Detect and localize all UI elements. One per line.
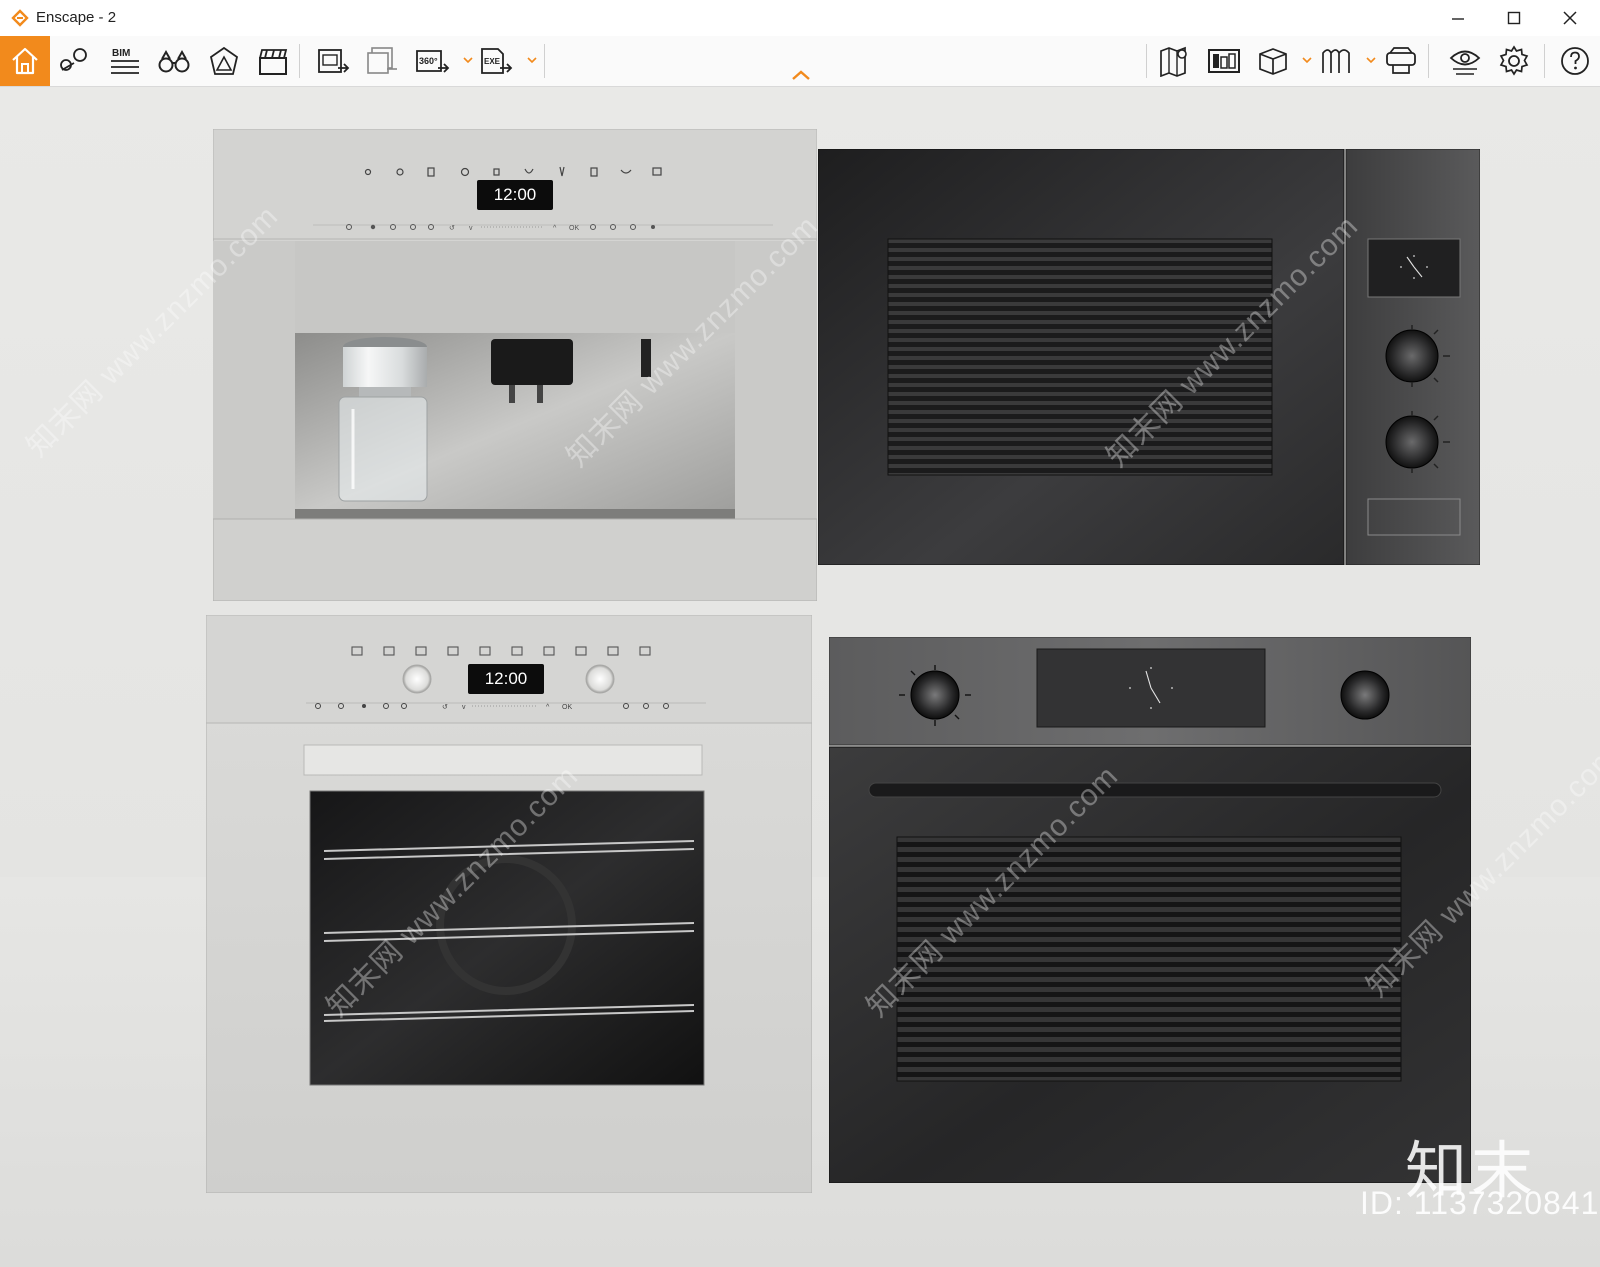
black-oven-drawing — [828, 636, 1472, 1184]
eye-settings-icon — [1449, 50, 1481, 75]
bim-button[interactable]: BIM — [104, 42, 146, 80]
render-image-icon — [318, 49, 350, 73]
exe-export-icon: EXE — [481, 48, 513, 74]
title-bar: Enscape - 2 — [0, 0, 1600, 36]
bim-icon: BIM — [111, 48, 139, 74]
material-icon — [1322, 49, 1350, 73]
coffee-machine-clock-display: 12:00 — [477, 180, 553, 210]
toolbar-separator — [1544, 44, 1545, 78]
svg-text:OK: OK — [562, 704, 572, 711]
settings-button[interactable] — [1493, 42, 1535, 80]
minimize-button[interactable] — [1434, 0, 1482, 36]
material-dropdown-chevron-icon[interactable] — [1365, 54, 1377, 66]
binoculars-icon — [158, 49, 190, 73]
bim-label: BIM — [112, 48, 130, 59]
enscape-logo-icon — [11, 9, 29, 27]
asset-library-icon — [1208, 49, 1240, 73]
black-wall-oven — [828, 636, 1472, 1184]
stainless-wall-oven: ↺ v ^ OK 12:00 — [205, 614, 813, 1194]
video-editor-button[interactable] — [252, 42, 294, 80]
close-button[interactable] — [1546, 0, 1594, 36]
svg-text:OK: OK — [569, 225, 579, 232]
svg-text:v: v — [462, 704, 466, 711]
built-in-coffee-machine: ↺ v ^ OK 12:00 — [212, 128, 818, 602]
help-icon — [1561, 47, 1589, 75]
svg-text:↺: ↺ — [449, 225, 455, 232]
toolbar-separator — [1146, 44, 1147, 78]
help-button[interactable] — [1554, 42, 1596, 80]
cube-view-button[interactable] — [1252, 42, 1294, 80]
panorama-360-icon: 360° — [416, 50, 450, 73]
atmosphere-icon — [209, 46, 239, 75]
render-image-button[interactable] — [312, 42, 354, 80]
home-button[interactable] — [0, 36, 50, 86]
vr-headset-icon — [1386, 47, 1416, 74]
clapperboard-icon — [259, 49, 288, 75]
visual-settings-button[interactable] — [1444, 42, 1486, 80]
built-in-microwave — [817, 148, 1481, 566]
panorama-button[interactable]: 360° — [411, 42, 453, 80]
panorama-dropdown-chevron-icon[interactable] — [462, 54, 474, 66]
close-icon — [1563, 11, 1577, 25]
cube-dropdown-chevron-icon[interactable] — [1301, 54, 1313, 66]
microwave-drawing — [817, 148, 1481, 566]
map-button[interactable] — [1154, 42, 1196, 80]
material-button[interactable] — [1315, 42, 1357, 80]
svg-text:↺: ↺ — [442, 704, 448, 711]
toolbar-separator — [1428, 44, 1429, 78]
atmosphere-button[interactable] — [203, 42, 245, 80]
export-dropdown-chevron-icon[interactable] — [526, 54, 538, 66]
window-title: Enscape - 2 — [36, 9, 117, 26]
batch-render-icon — [367, 47, 397, 74]
collapse-toolbar-chevron-icon[interactable] — [790, 68, 812, 82]
pin-views-icon — [60, 48, 87, 71]
toolbar-separator — [299, 44, 300, 78]
minimize-icon — [1452, 18, 1464, 20]
export-button[interactable]: EXE — [475, 42, 517, 80]
gear-icon — [1499, 45, 1529, 76]
render-viewport[interactable]: ↺ v ^ OK 12:00 ↺ v ^ OK 12:00 知末网 www.zn… — [0, 87, 1600, 1267]
asset-library-button[interactable] — [1203, 42, 1245, 80]
svg-text:v: v — [469, 225, 473, 232]
map-icon — [1160, 46, 1187, 77]
batch-render-button[interactable] — [361, 42, 403, 80]
maximize-icon — [1507, 11, 1521, 25]
maximize-button[interactable] — [1490, 0, 1538, 36]
home-icon — [12, 47, 38, 75]
vr-button[interactable] — [1380, 42, 1422, 80]
cube-icon — [1259, 48, 1287, 75]
oven-clock-display: 12:00 — [468, 664, 544, 694]
stainless-oven-drawing: ↺ v ^ OK — [205, 614, 813, 1194]
views-button[interactable] — [54, 42, 96, 80]
explore-button[interactable] — [153, 42, 195, 80]
panorama-label: 360° — [419, 56, 438, 66]
watermark-brand: 知末网 — [20, 374, 110, 464]
toolbar-separator — [544, 44, 545, 78]
image-id-label: ID: 1137320841 — [1360, 1185, 1600, 1221]
export-label: EXE — [484, 57, 501, 66]
